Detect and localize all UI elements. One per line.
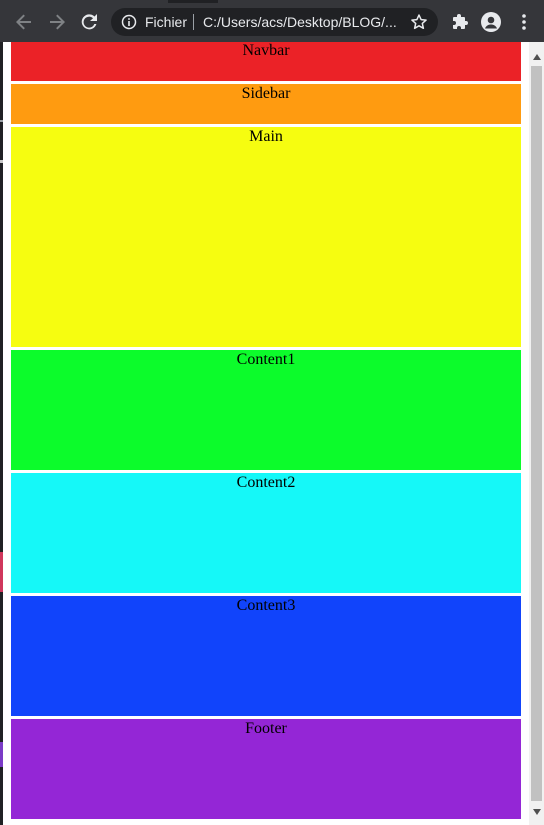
active-tab-edge — [168, 0, 218, 3]
reload-icon — [81, 14, 97, 30]
footer-section: Footer — [11, 719, 521, 819]
content3-label: Content3 — [236, 597, 296, 614]
window-edge — [0, 42, 3, 825]
navbar-label: Navbar — [242, 42, 290, 59]
profile-button[interactable] — [477, 8, 505, 36]
back-button[interactable] — [10, 8, 38, 36]
url-text[interactable]: C:/Users/acs/Desktop/BLOG/... — [203, 13, 403, 31]
menu-button[interactable] — [510, 8, 538, 36]
content1-label: Content1 — [236, 351, 296, 368]
person-icon — [481, 12, 501, 32]
arrow-left-icon — [16, 14, 31, 30]
page-viewport: Navbar Sidebar Main Content1 Content2 Co… — [0, 42, 544, 825]
omnibox-divider — [193, 14, 194, 30]
browser-toolbar: Fichier C:/Users/acs/Desktop/BLOG/... — [0, 0, 544, 42]
forward-button[interactable] — [43, 8, 71, 36]
scroll-down-arrow-icon[interactable] — [529, 804, 544, 819]
main-section: Main — [11, 127, 521, 347]
reload-button[interactable] — [75, 8, 103, 36]
sidebar-section: Sidebar — [11, 84, 521, 124]
scrollbar-thumb[interactable] — [531, 66, 542, 801]
main-label: Main — [249, 128, 283, 145]
navbar-section: Navbar — [11, 42, 521, 81]
address-bar[interactable]: Fichier C:/Users/acs/Desktop/BLOG/... — [111, 8, 438, 36]
content3-section: Content3 — [11, 596, 521, 716]
content2-section: Content2 — [11, 473, 521, 593]
page-layout: Navbar Sidebar Main Content1 Content2 Co… — [11, 42, 521, 819]
content2-label: Content2 — [236, 474, 296, 491]
scheme-label: Fichier — [145, 14, 188, 30]
content1-section: Content1 — [11, 350, 521, 470]
info-icon[interactable] — [121, 14, 137, 33]
footer-label: Footer — [245, 720, 287, 737]
extensions-button[interactable] — [446, 8, 474, 36]
puzzle-icon — [453, 14, 468, 29]
arrow-right-icon — [50, 14, 65, 30]
scroll-up-arrow-icon[interactable] — [529, 49, 544, 64]
vertical-scrollbar[interactable] — [529, 42, 544, 825]
kebab-menu-icon — [522, 14, 526, 30]
sidebar-label: Sidebar — [241, 85, 291, 102]
star-icon[interactable] — [410, 13, 428, 34]
